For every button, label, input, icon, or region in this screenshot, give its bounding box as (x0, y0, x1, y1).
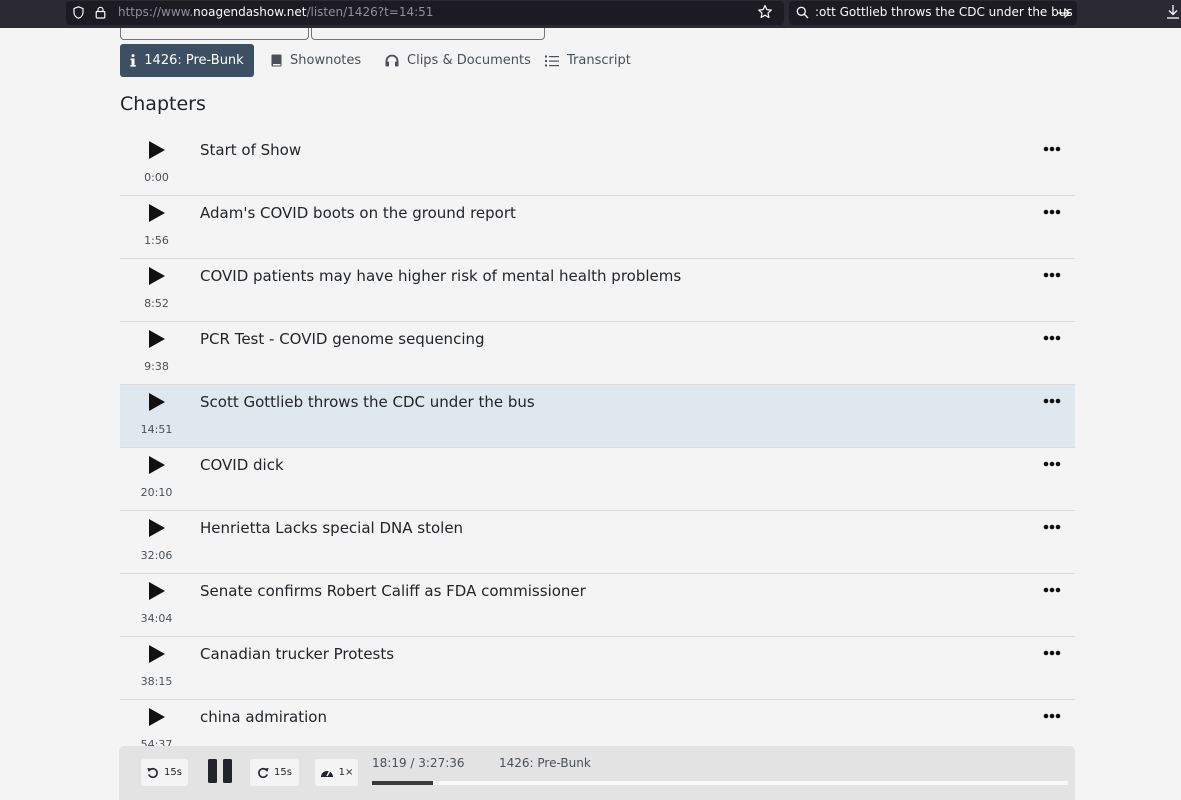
play-icon[interactable] (148, 141, 166, 159)
tab-shownotes[interactable]: Shownotes (271, 44, 361, 77)
player-episode-title: 1426: Pre-Bunk (499, 756, 591, 770)
chapter-row[interactable]: 34:04 Senate confirms Robert Califf as F… (120, 574, 1075, 637)
tab-shownotes-label: Shownotes (290, 53, 362, 68)
bookmark-star-icon[interactable] (757, 4, 773, 20)
chapter-time[interactable]: 32:06 (120, 549, 193, 562)
chapter-title[interactable]: Senate confirms Robert Califf as FDA com… (200, 582, 586, 600)
forward-15-button[interactable]: 15s (250, 759, 299, 786)
top-button-left[interactable] (120, 28, 309, 40)
chapter-time[interactable]: 1:56 (120, 234, 193, 247)
search-icon (796, 6, 809, 19)
rewind-icon (147, 767, 158, 778)
tab-transcript-label: Transcript (567, 53, 631, 68)
chapter-time[interactable]: 38:15 (120, 675, 193, 688)
arrow-right-icon[interactable] (1057, 6, 1071, 20)
rewind-15-button[interactable]: 15s (141, 759, 188, 786)
more-options-icon[interactable] (1043, 713, 1061, 719)
chapter-title[interactable]: Henrietta Lacks special DNA stolen (200, 519, 463, 537)
chapter-row[interactable]: 1:56 Adam's COVID boots on the ground re… (120, 196, 1075, 259)
chapter-time[interactable]: 14:51 (120, 423, 193, 436)
chapters-heading: Chapters (120, 93, 206, 115)
progress-bar[interactable] (372, 781, 1068, 785)
chapter-row[interactable]: 32:06 Henrietta Lacks special DNA stolen (120, 511, 1075, 574)
play-icon[interactable] (148, 393, 166, 411)
play-icon[interactable] (148, 582, 166, 600)
chapter-time[interactable]: 9:38 (120, 360, 193, 373)
play-icon[interactable] (148, 267, 166, 285)
more-options-icon[interactable] (1043, 398, 1061, 404)
search-bar[interactable]: :ott Gottlieb throws the CDC under the b… (789, 1, 1077, 25)
play-icon[interactable] (148, 330, 166, 348)
speed-button[interactable]: 1× (315, 759, 358, 786)
tab-clips-documents[interactable]: Clips & Documents (385, 44, 531, 77)
more-options-icon[interactable] (1043, 524, 1061, 530)
more-options-icon[interactable] (1043, 587, 1061, 593)
chapter-time[interactable]: 34:04 (120, 612, 193, 625)
more-options-icon[interactable] (1043, 146, 1061, 152)
address-bar[interactable]: https://www.noagendashow.net/listen/1426… (66, 1, 784, 25)
info-icon (130, 54, 136, 67)
chapter-title[interactable]: COVID patients may have higher risk of m… (200, 267, 681, 285)
play-icon[interactable] (148, 456, 166, 474)
tab-episode-label: 1426: Pre-Bunk (144, 53, 244, 68)
lock-icon[interactable] (95, 6, 106, 19)
chapter-row[interactable]: 38:15 Canadian trucker Protests (120, 637, 1075, 700)
book-icon (271, 54, 282, 67)
url-text[interactable]: https://www.noagendashow.net/listen/1426… (118, 5, 433, 19)
chapter-time[interactable]: 0:00 (120, 171, 193, 184)
forward-icon (258, 767, 269, 778)
chapter-title[interactable]: china admiration (200, 708, 327, 726)
forward-label: 15s (274, 767, 292, 778)
chapter-title[interactable]: Canadian trucker Protests (200, 645, 394, 663)
url-prefix: https://www. (118, 5, 194, 19)
search-input[interactable]: :ott Gottlieb throws the CDC under the b… (815, 5, 1073, 19)
chapter-title[interactable]: PCR Test - COVID genome sequencing (200, 330, 485, 348)
tab-episode[interactable]: 1426: Pre-Bunk (120, 44, 254, 77)
speed-label: 1× (338, 767, 354, 778)
chapter-row-active[interactable]: 14:51 Scott Gottlieb throws the CDC unde… (120, 385, 1075, 448)
speedometer-icon (320, 770, 333, 777)
url-host: noagendashow.net (193, 5, 307, 19)
url-path: /listen/1426?t=14:51 (306, 5, 434, 19)
play-icon[interactable] (148, 708, 166, 726)
more-options-icon[interactable] (1043, 650, 1061, 656)
chapter-row[interactable]: 8:52 COVID patients may have higher risk… (120, 259, 1075, 322)
more-options-icon[interactable] (1043, 209, 1061, 215)
audio-player: 15s 15s 1× 18:19 / 3:27:36 1426: Pre-Bun… (119, 746, 1075, 800)
browser-toolbar: https://www.noagendashow.net/listen/1426… (0, 0, 1181, 28)
chapter-row[interactable]: 0:00 Start of Show (120, 133, 1075, 196)
progress-fill (372, 781, 434, 785)
chapter-row[interactable]: 20:10 COVID dick (120, 448, 1075, 511)
tab-transcript[interactable]: Transcript (545, 44, 631, 77)
rewind-label: 15s (164, 767, 182, 778)
top-button-right[interactable] (311, 28, 545, 40)
play-icon[interactable] (148, 519, 166, 537)
player-time: 18:19 / 3:27:36 (372, 756, 465, 770)
play-icon[interactable] (148, 204, 166, 222)
pause-icon[interactable] (207, 758, 233, 784)
play-icon[interactable] (148, 645, 166, 663)
headphones-icon (385, 54, 399, 67)
chapter-title[interactable]: Adam's COVID boots on the ground report (200, 204, 516, 222)
chapter-title[interactable]: Start of Show (200, 141, 301, 159)
chapter-title[interactable]: COVID dick (200, 456, 284, 474)
more-options-icon[interactable] (1043, 461, 1061, 467)
chapter-time[interactable]: 8:52 (120, 297, 193, 310)
shield-icon[interactable] (73, 6, 84, 19)
chapter-title[interactable]: Scott Gottlieb throws the CDC under the … (200, 393, 535, 411)
more-options-icon[interactable] (1043, 272, 1061, 278)
tab-clips-label: Clips & Documents (407, 53, 531, 68)
list-icon (545, 55, 559, 66)
chapter-list: 0:00 Start of Show 1:56 Adam's COVID boo… (120, 133, 1075, 763)
chapter-time[interactable]: 20:10 (120, 486, 193, 499)
chapter-row[interactable]: 9:38 PCR Test - COVID genome sequencing (120, 322, 1075, 385)
more-options-icon[interactable] (1043, 335, 1061, 341)
download-icon[interactable] (1166, 4, 1180, 20)
